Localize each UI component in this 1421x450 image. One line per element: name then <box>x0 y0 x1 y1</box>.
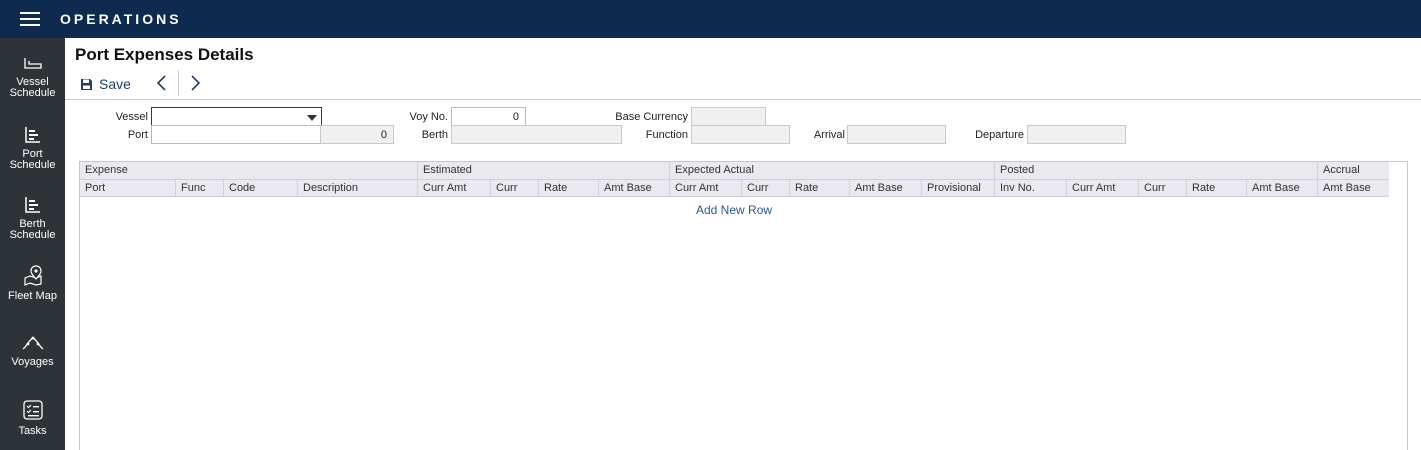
port-input[interactable] <box>151 125 321 144</box>
sidebar-item-label: Schedule <box>9 229 56 241</box>
column-header-estimated-rate[interactable]: Rate <box>538 180 598 196</box>
berth-field <box>451 125 622 144</box>
column-header-posted-curr[interactable]: Curr <box>1138 180 1186 196</box>
base-currency-label: Base Currency <box>615 111 688 123</box>
grid-column-header-row: Port Func Code Description Curr Amt Curr… <box>80 180 1389 197</box>
departure-label: Departure <box>975 129 1024 141</box>
chevron-down-icon <box>307 115 317 121</box>
berth-schedule-icon <box>24 197 40 213</box>
vessel-label: Vessel <box>115 111 148 123</box>
app-title: OPERATIONS <box>60 11 182 27</box>
column-header-estimated-curr-amt[interactable]: Curr Amt <box>417 180 490 196</box>
column-header-actual-curr-amt[interactable]: Curr Amt <box>669 180 741 196</box>
column-header-estimated-amt-base[interactable]: Amt Base <box>598 180 669 196</box>
voy-no-input[interactable] <box>451 107 526 126</box>
column-header-actual-curr[interactable]: Curr <box>741 180 789 196</box>
column-header-accrual-amt-base[interactable]: Amt Base <box>1317 180 1389 196</box>
group-header-posted: Posted <box>994 162 1317 179</box>
tasks-icon <box>22 400 43 420</box>
toolbar-divider <box>178 70 179 96</box>
arrival-label: Arrival <box>813 129 845 141</box>
previous-record-button[interactable] <box>155 74 169 92</box>
group-header-expense: Expense <box>85 164 128 176</box>
save-button[interactable]: Save <box>80 75 131 93</box>
column-header-posted-rate[interactable]: Rate <box>1186 180 1246 196</box>
sidebar-item-berth-schedule[interactable]: Berth Schedule <box>0 196 65 241</box>
sidebar-item-vessel-schedule[interactable]: Vessel Schedule <box>0 56 65 99</box>
base-currency-field <box>691 107 766 126</box>
column-header-inv-no[interactable]: Inv No. <box>994 180 1066 196</box>
grid-group-header-row: Expense Estimated Expected Actual Posted… <box>80 162 1389 180</box>
sidebar-item-voyages[interactable]: Voyages <box>0 334 65 368</box>
add-new-row-link[interactable]: Add New Row <box>696 203 772 217</box>
column-header-posted-amt-base[interactable]: Amt Base <box>1246 180 1317 196</box>
column-header-estimated-curr[interactable]: Curr <box>490 180 538 196</box>
save-button-label: Save <box>99 76 131 92</box>
sidebar-item-fleet-map[interactable]: Fleet Map <box>0 264 65 302</box>
arrival-field <box>847 125 946 144</box>
column-header-func[interactable]: Func <box>175 180 223 196</box>
sidebar-item-label: Voyages <box>11 356 54 368</box>
group-header-expected-actual: Expected Actual <box>669 162 994 179</box>
column-header-port[interactable]: Port <box>80 180 175 196</box>
sidebar-item-label: Schedule <box>9 159 56 171</box>
save-icon <box>81 78 92 90</box>
departure-field <box>1027 125 1126 144</box>
sidebar-item-label: Schedule <box>9 87 56 99</box>
port-label: Port <box>127 129 148 141</box>
column-header-posted-curr-amt[interactable]: Curr Amt <box>1066 180 1138 196</box>
voyages-icon <box>22 336 43 350</box>
column-header-actual-rate[interactable]: Rate <box>789 180 849 196</box>
next-record-button[interactable] <box>188 74 202 92</box>
berth-label: Berth <box>421 129 448 141</box>
vessel-dropdown[interactable] <box>151 107 322 126</box>
group-header-estimated: Estimated <box>417 162 669 179</box>
vessel-icon <box>23 58 42 69</box>
map-pin-icon <box>23 265 42 286</box>
hamburger-menu-icon[interactable] <box>20 12 40 26</box>
sidebar-item-label: Fleet Map <box>8 290 57 302</box>
column-header-provisional[interactable]: Provisional <box>921 180 994 196</box>
column-header-description[interactable]: Description <box>297 180 417 196</box>
chevron-right-icon <box>191 75 201 91</box>
voy-no-label: Voy No. <box>409 111 448 123</box>
column-header-actual-amt-base[interactable]: Amt Base <box>849 180 921 196</box>
chevron-left-icon <box>156 75 166 91</box>
function-label: Function <box>645 129 688 141</box>
sidebar-item-tasks[interactable]: Tasks <box>0 399 65 437</box>
function-field <box>691 125 790 144</box>
toolbar-divider-line <box>65 99 1421 100</box>
top-app-bar: OPERATIONS <box>0 0 1421 38</box>
group-header-accrual: Accrual <box>1317 162 1389 179</box>
expenses-grid: Expense Estimated Expected Actual Posted… <box>79 161 1408 450</box>
sidebar: Vessel Schedule Port Schedule Berth Sche… <box>0 38 65 450</box>
sidebar-item-label: Tasks <box>18 425 47 437</box>
column-header-code[interactable]: Code <box>223 180 297 196</box>
page-title: Port Expenses Details <box>75 45 254 64</box>
port-schedule-icon <box>24 127 40 143</box>
sidebar-item-port-schedule[interactable]: Port Schedule <box>0 126 65 171</box>
